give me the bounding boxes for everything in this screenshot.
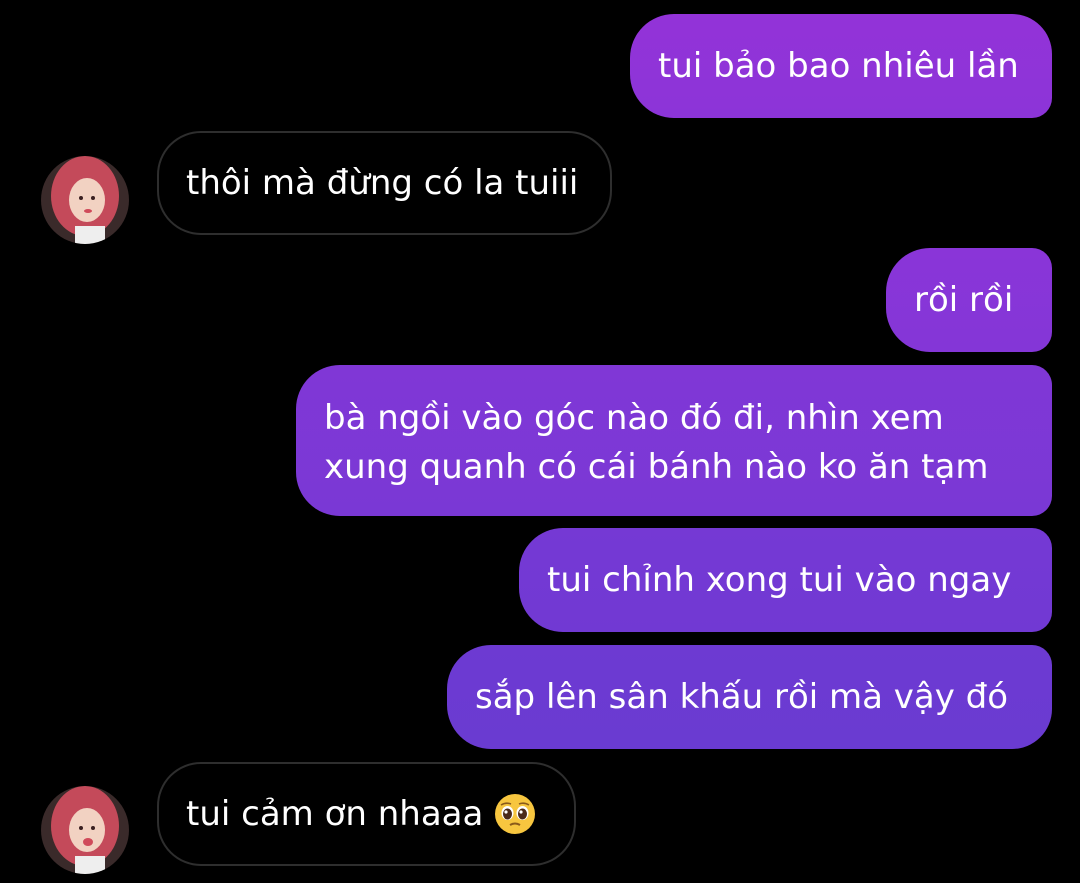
message-text: tui cảm ơn nhaaa bbox=[186, 794, 484, 834]
pleading-face-emoji bbox=[493, 792, 537, 836]
message-bubble-sent[interactable]: bà ngồi vào góc nào đó đi, nhìn xem xung… bbox=[296, 365, 1052, 516]
message-bubble-received[interactable]: thôi mà đừng có la tuiii bbox=[157, 131, 612, 235]
message-text: rồi rồi bbox=[914, 280, 1014, 320]
message-text: tui bảo bao nhiêu lần bbox=[658, 46, 1019, 86]
message-text-line: bà ngồi vào góc nào đó đi, nhìn xem bbox=[324, 398, 944, 438]
message-bubble-sent[interactable]: rồi rồi bbox=[886, 248, 1052, 352]
message-bubble-sent[interactable]: sắp lên sân khấu rồi mà vậy đó bbox=[447, 645, 1052, 749]
contact-avatar[interactable] bbox=[41, 786, 129, 874]
contact-avatar[interactable] bbox=[41, 156, 129, 244]
message-bubble-received[interactable]: tui cảm ơn nhaaa bbox=[157, 762, 576, 866]
message-bubble-sent[interactable]: tui chỉnh xong tui vào ngay bbox=[519, 528, 1052, 632]
avatar-image bbox=[41, 786, 129, 874]
message-text-line: xung quanh có cái bánh nào ko ăn tạm bbox=[324, 447, 989, 487]
message-bubble-sent[interactable]: tui bảo bao nhiêu lần bbox=[630, 14, 1052, 118]
message-text: tui chỉnh xong tui vào ngay bbox=[547, 560, 1012, 600]
message-text: sắp lên sân khấu rồi mà vậy đó bbox=[475, 677, 1009, 717]
avatar-image bbox=[41, 156, 129, 244]
message-text: thôi mà đừng có la tuiii bbox=[186, 163, 579, 203]
